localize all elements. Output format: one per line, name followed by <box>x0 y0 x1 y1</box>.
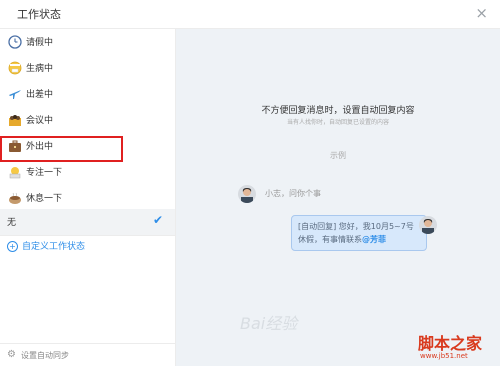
status-item-business-trip[interactable]: 出差中 <box>0 81 175 107</box>
status-label: 无 <box>7 218 17 228</box>
status-label: 会议中 <box>26 116 54 126</box>
status-label: 休息一下 <box>26 194 63 204</box>
focus-icon <box>9 167 21 179</box>
gear-icon[interactable]: ⚙ <box>7 349 16 360</box>
highlight-box <box>0 136 123 162</box>
status-label: 生病中 <box>26 64 54 74</box>
preview-heading: 不方便回复消息时，设置自动回复内容 <box>261 106 415 116</box>
coffee-icon <box>9 192 21 204</box>
preview-subheading: 当有人找你时，自动回复已设置的内容 <box>286 119 389 126</box>
status-label: 请假中 <box>26 38 54 48</box>
incoming-message: 小志，问你个事 <box>265 189 321 198</box>
baidu-watermark: Bai经验 <box>240 314 298 333</box>
plus-circle-icon: + <box>7 241 18 252</box>
close-icon[interactable]: × <box>475 3 488 23</box>
site-url-watermark: www.jb51.net <box>420 352 468 360</box>
auto-sync-label[interactable]: 设置自动同步 <box>21 350 69 361</box>
work-status-dialog: 工作状态 × 请假中 生病中 出差中 会议中 外出中 专注一下 休息一下 无 ✔… <box>0 0 500 366</box>
status-list-panel: 请假中 生病中 出差中 会议中 外出中 专注一下 休息一下 无 ✔ + 自定义工… <box>0 29 176 366</box>
status-item-meeting[interactable]: 会议中 <box>0 107 175 133</box>
reply-line-1: [自动回复] 您好，我10月5~7号 <box>298 222 414 231</box>
footer-bar: ⚙ 设置自动同步 <box>0 343 175 367</box>
status-item-rest[interactable]: 休息一下 <box>0 185 175 211</box>
check-icon: ✔ <box>152 213 163 227</box>
dialog-title: 工作状态 <box>17 8 61 21</box>
self-avatar <box>419 216 437 234</box>
sick-face-icon <box>8 61 22 75</box>
status-item-none[interactable]: 无 ✔ <box>0 209 175 235</box>
airplane-icon <box>9 90 21 99</box>
site-watermark: 脚本之家 <box>418 334 483 353</box>
status-label: 专注一下 <box>26 168 63 178</box>
status-item-leave[interactable]: 请假中 <box>0 29 175 55</box>
clock-icon <box>8 35 22 49</box>
custom-status-link[interactable]: + 自定义工作状态 <box>7 239 85 252</box>
status-label: 出差中 <box>26 90 54 100</box>
person-icon <box>241 188 253 203</box>
meeting-icon <box>9 115 21 126</box>
mention-link[interactable]: @芳菲 <box>362 235 386 244</box>
dialog-titlebar: 工作状态 × <box>0 0 500 29</box>
status-item-focus[interactable]: 专注一下 <box>0 159 175 185</box>
person-icon <box>422 219 434 234</box>
list-divider <box>0 235 175 236</box>
auto-reply-bubble: [自动回复] 您好，我10月5~7号 休假，有事情联系@芳菲 <box>291 215 427 251</box>
preview-panel: 不方便回复消息时，设置自动回复内容 当有人找你时，自动回复已设置的内容 示例 小… <box>176 29 500 366</box>
custom-status-label: 自定义工作状态 <box>22 242 86 252</box>
reply-line-2: 休假，有事情联系 <box>298 235 362 244</box>
status-item-sick[interactable]: 生病中 <box>0 55 175 81</box>
example-label: 示例 <box>330 151 346 160</box>
sender-avatar <box>238 185 256 203</box>
